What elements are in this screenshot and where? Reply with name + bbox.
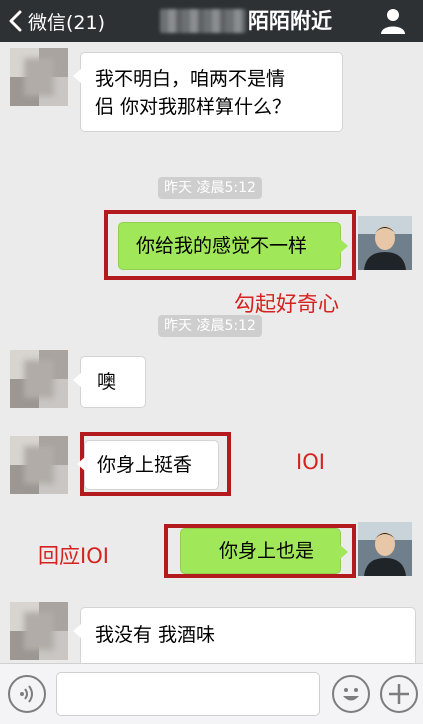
avatar[interactable]: [358, 522, 412, 576]
annotation-label: IOI: [296, 450, 325, 474]
emoji-button[interactable]: [332, 675, 370, 713]
chevron-left-icon: [9, 10, 22, 32]
message-text-line: 侣 你对我那样算什么？: [95, 96, 292, 118]
avatar[interactable]: [10, 48, 68, 106]
message-bubble[interactable]: 你身上挺香: [77, 440, 219, 490]
message-bubble[interactable]: 你身上也是: [180, 528, 348, 574]
avatar[interactable]: [358, 216, 412, 270]
top-bar: 微信(21) 陌陌附近: [0, 0, 423, 42]
annotation-label: 回应IOI: [38, 544, 109, 568]
person-icon[interactable]: [378, 6, 408, 36]
more-button[interactable]: [380, 675, 418, 713]
timestamp: 昨天 凌晨5:12: [158, 315, 262, 337]
avatar[interactable]: [10, 602, 68, 660]
emoji-icon: [343, 688, 359, 701]
message-text-line: 我不明白，咱两不是情: [95, 68, 286, 90]
message-bubble[interactable]: 你给我的感觉不一样: [118, 222, 348, 270]
message-input[interactable]: [56, 672, 320, 716]
message-text: 我没有 我酒味: [95, 624, 216, 646]
message-bubble[interactable]: 我不明白，咱两不是情 侣 你对我那样算什么？: [73, 52, 343, 132]
message-bubble[interactable]: 我没有 我酒味: [73, 607, 416, 663]
back-label: 微信(21): [28, 11, 106, 34]
voice-icon: [20, 685, 33, 703]
message-text: 你给我的感觉不一样: [136, 235, 308, 257]
blurred-contact-name: [160, 9, 246, 33]
voice-button[interactable]: [8, 675, 46, 713]
message-bubble[interactable]: 噢: [73, 356, 146, 408]
annotation-label: 勾起好奇心: [234, 292, 339, 316]
chat-title: 陌陌附近: [248, 9, 332, 33]
message-text: 你身上挺香: [97, 454, 193, 476]
avatar[interactable]: [10, 350, 68, 408]
plus-icon: [389, 684, 409, 704]
input-bar: [0, 663, 423, 724]
avatar[interactable]: [10, 436, 68, 494]
timestamp: 昨天 凌晨5:12: [158, 177, 262, 199]
back-button[interactable]: 微信(21): [8, 6, 105, 36]
message-text: 你身上也是: [219, 540, 315, 562]
message-text: 噢: [97, 371, 117, 393]
